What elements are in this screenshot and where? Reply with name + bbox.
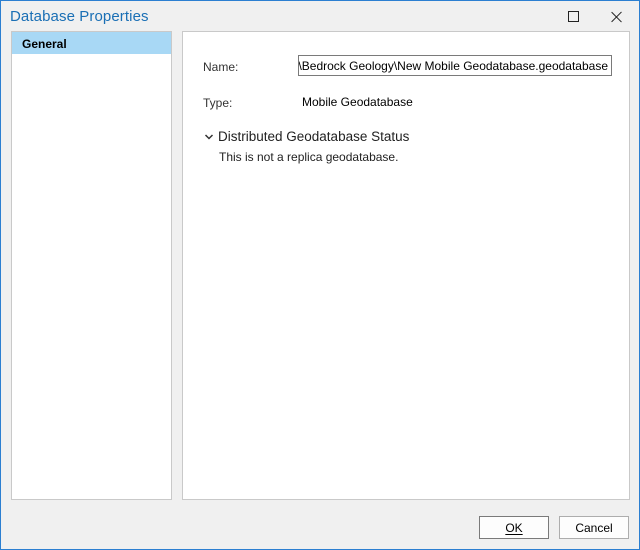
sidebar: General: [11, 31, 172, 500]
sidebar-item-general[interactable]: General: [12, 32, 171, 54]
window-title: Database Properties: [10, 8, 149, 25]
name-label: Name:: [203, 60, 239, 74]
close-button[interactable]: [595, 1, 639, 32]
cancel-button[interactable]: Cancel: [559, 516, 629, 539]
general-panel: Name: p\Bedrock Geology\New Mobile Geoda…: [182, 31, 630, 500]
dialog-window: Database Properties General Name: p\Bedr…: [0, 0, 640, 550]
name-field-value: p\Bedrock Geology\New Mobile Geodatabase…: [298, 58, 608, 73]
maximize-button[interactable]: [551, 1, 595, 32]
cancel-button-label: Cancel: [575, 520, 613, 535]
close-icon: [611, 11, 623, 23]
distributed-status-section-toggle[interactable]: Distributed Geodatabase Status: [203, 129, 409, 144]
chevron-down-icon: [204, 133, 214, 140]
ok-button[interactable]: OK: [479, 516, 549, 539]
section-title: Distributed Geodatabase Status: [218, 129, 410, 144]
replica-status-text: This is not a replica geodatabase.: [219, 150, 399, 164]
ok-button-label: OK: [505, 520, 523, 535]
maximize-icon: [567, 11, 579, 22]
sidebar-item-label: General: [22, 37, 67, 51]
type-label: Type:: [203, 96, 233, 110]
title-bar[interactable]: Database Properties: [1, 1, 639, 32]
name-field[interactable]: p\Bedrock Geology\New Mobile Geodatabase…: [298, 55, 612, 76]
type-value: Mobile Geodatabase: [302, 95, 413, 109]
